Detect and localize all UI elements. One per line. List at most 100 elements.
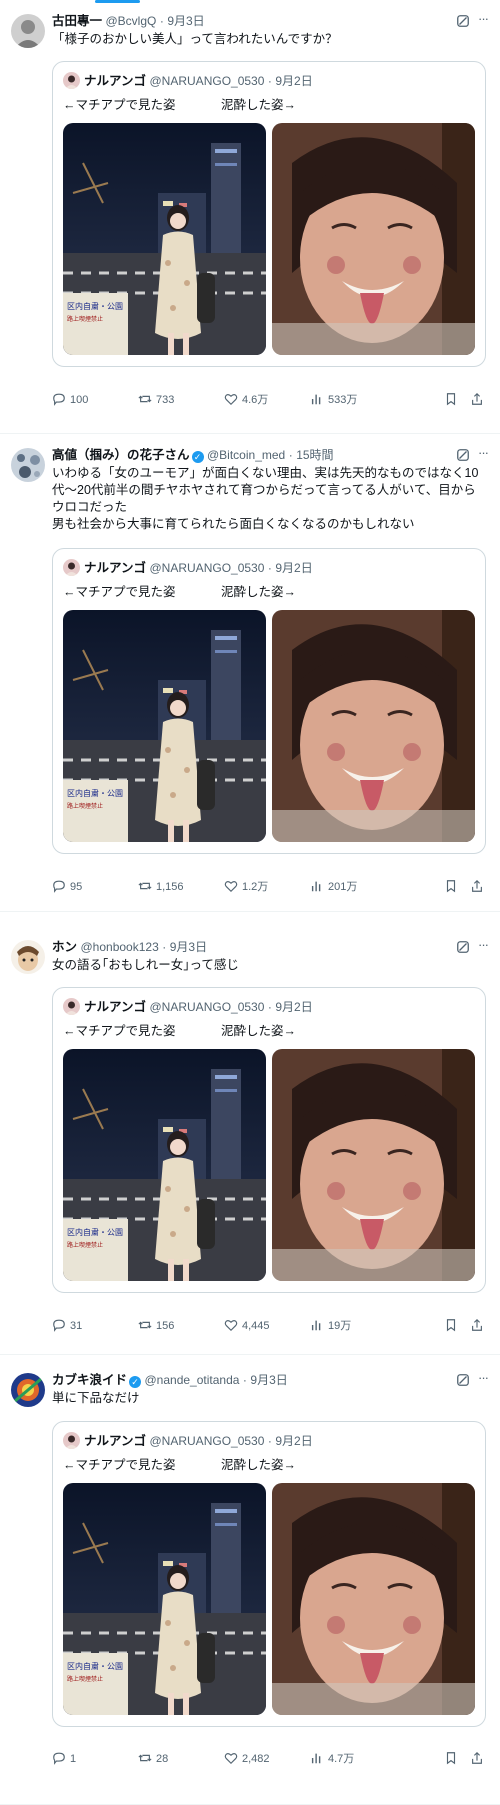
repost-button[interactable]: 733 (138, 392, 174, 408)
ellipsis-icon[interactable]: ··· (478, 11, 489, 26)
share-button[interactable] (470, 1751, 484, 1767)
share-button[interactable] (470, 879, 484, 895)
share-icon (472, 879, 482, 892)
quoted-avatar[interactable] (63, 1432, 80, 1449)
post-text-line: ウロコだった (52, 500, 128, 514)
reply-button[interactable]: 95 (52, 879, 82, 895)
photo-night-street[interactable]: 区内自粛・公園 路上喫煙禁止 (63, 1049, 266, 1281)
repost-button[interactable]: 1,156 (138, 879, 184, 895)
repost-count: 156 (156, 1320, 175, 1332)
avatar[interactable] (11, 940, 45, 974)
post[interactable]: 古田專一 @BcvlgQ · 9月3日 ··· 「様子のおかしい美人」って言われ… (0, 0, 500, 434)
quoted-text: ←マチアプで見た姿 泥酔した姿→ (63, 581, 296, 600)
like-count: 4,445 (242, 1320, 270, 1332)
quoted-avatar[interactable] (63, 72, 80, 89)
repost-arrows-icon (138, 395, 152, 403)
post-time[interactable]: 9月3日 (167, 14, 204, 28)
avatar[interactable] (11, 448, 45, 482)
photo-night-street[interactable]: 区内自粛・公園 路上喫煙禁止 (63, 1483, 266, 1715)
quoted-post[interactable]: ナルアンゴ @NARUANGO_0530 · 9月2日 ←マチアプで見た姿 泥酔… (52, 987, 486, 1293)
action-bar: 1 28 2,482 4.7万 (52, 1751, 490, 1767)
post[interactable]: カブキ浪イド ✓ @nande_otitanda · 9月3日 ··· 単に下品な… (0, 1355, 500, 1805)
post-time[interactable]: 9月3日 (170, 940, 207, 954)
share-button[interactable] (470, 392, 484, 408)
grok-icon[interactable] (456, 1373, 470, 1387)
svg-text:路上喫煙禁止: 路上喫煙禁止 (67, 1241, 103, 1249)
ellipsis-icon[interactable]: ··· (478, 937, 489, 952)
quoted-caption-right: 泥酔した姿→ (221, 1458, 297, 1472)
author-name[interactable]: 高値（掴み）の花子さん (52, 448, 190, 462)
quoted-author-handle: @NARUANGO_0530 (149, 561, 265, 575)
author-name[interactable]: ホン (52, 940, 77, 954)
like-count: 4.6万 (242, 394, 269, 406)
views-button[interactable]: 4.7万 (310, 1751, 354, 1767)
bookmark-icon (446, 1319, 456, 1332)
share-button[interactable] (470, 1318, 484, 1334)
quoted-photos: 区内自粛・公園 路上喫煙禁止 (63, 1049, 475, 1281)
quoted-post[interactable]: ナルアンゴ @NARUANGO_0530 · 9月2日 ←マチアプで見た姿 泥酔… (52, 61, 486, 367)
reply-button[interactable]: 1 (52, 1751, 76, 1767)
share-icon (472, 392, 482, 405)
photo-drunk-face[interactable] (272, 610, 475, 842)
heart-icon (224, 1320, 238, 1332)
grok-icon[interactable] (456, 14, 470, 28)
avatar[interactable] (11, 1373, 45, 1407)
quoted-avatar[interactable] (63, 998, 80, 1015)
bookmark-button[interactable] (444, 1318, 458, 1334)
quoted-post[interactable]: ナルアンゴ @NARUANGO_0530 · 9月2日 ←マチアプで見た姿 泥酔… (52, 1421, 486, 1727)
grok-icon[interactable] (456, 448, 470, 462)
dot-separator: · (267, 1000, 272, 1014)
post[interactable]: ホン @honbook123 · 9月3日 ··· 女の語る｢おもしれー女｣って… (0, 912, 500, 1355)
views-button[interactable]: 19万 (310, 1318, 351, 1334)
heart-icon (224, 881, 238, 893)
reply-count: 31 (70, 1320, 83, 1332)
views-button[interactable]: 201万 (310, 879, 357, 895)
repost-button[interactable]: 156 (138, 1318, 174, 1334)
reply-button[interactable]: 31 (52, 1318, 82, 1334)
reply-button[interactable]: 100 (52, 392, 88, 408)
ellipsis-icon[interactable]: ··· (478, 445, 489, 460)
photo-drunk-face[interactable] (272, 1049, 475, 1281)
like-button[interactable]: 1.2万 (224, 879, 268, 895)
quoted-author-handle: @NARUANGO_0530 (149, 74, 265, 88)
quoted-caption-right: 泥酔した姿→ (221, 1024, 297, 1038)
bookmark-button[interactable] (444, 392, 458, 408)
grok-icon[interactable] (456, 940, 470, 954)
post-text: いわゆる「女のユーモア」が面白くない理由、実は先天的なものではなく10 代～20… (52, 465, 482, 533)
photo-night-street[interactable]: 区内自粛・公園 路上喫煙禁止 (63, 123, 266, 355)
quoted-avatar[interactable] (63, 559, 80, 576)
repost-arrows-icon (138, 1321, 152, 1329)
post-text-line: 「様子のおかしい美人」って言われたいんですか？ (52, 32, 338, 46)
repost-button[interactable]: 28 (138, 1751, 168, 1767)
like-button[interactable]: 2,482 (224, 1751, 270, 1767)
post-text-line: いわゆる「女のユーモア」が面白くない理由、実は先天的なものではなく10 (52, 466, 479, 480)
photo-night-street[interactable]: 区内自粛・公園 路上喫煙禁止 (63, 610, 266, 842)
verified-badge-icon: ✓ (191, 451, 204, 463)
quoted-post[interactable]: ナルアンゴ @NARUANGO_0530 · 9月2日 ←マチアプで見た姿 泥酔… (52, 548, 486, 854)
photo-drunk-face[interactable] (272, 1483, 475, 1715)
share-icon (472, 1318, 482, 1331)
action-bar: 31 156 4,445 19万 (52, 1318, 490, 1334)
bookmark-button[interactable] (444, 879, 458, 895)
author-name[interactable]: 古田專一 (52, 14, 102, 28)
ellipsis-icon[interactable]: ··· (478, 1370, 489, 1385)
author-handle[interactable]: @honbook123 (81, 940, 159, 954)
avatar[interactable] (11, 14, 45, 48)
reply-count: 1 (70, 1753, 77, 1765)
post-header: カブキ浪イド ✓ @nande_otitanda · 9月3日 (52, 1371, 488, 1389)
heart-icon (224, 394, 238, 406)
views-button[interactable]: 533万 (310, 392, 357, 408)
post-time[interactable]: 15時間 (296, 448, 333, 462)
photo-drunk-face[interactable] (272, 123, 475, 355)
bookmark-button[interactable] (444, 1751, 458, 1767)
like-button[interactable]: 4.6万 (224, 392, 268, 408)
author-handle[interactable]: @BcvlgQ (106, 14, 157, 28)
speech-bubble-icon (53, 1319, 65, 1332)
author-handle[interactable]: @nande_otitanda (145, 1373, 240, 1387)
quoted-text: ←マチアプで見た姿 泥酔した姿→ (63, 94, 296, 113)
author-handle[interactable]: @Bitcoin_med (207, 448, 285, 462)
post[interactable]: 高値（掴み）の花子さん ✓ @Bitcoin_med · 15時間 ··· いわゆ… (0, 434, 500, 912)
post-time[interactable]: 9月3日 (250, 1373, 287, 1387)
author-name[interactable]: カブキ浪イド (52, 1373, 127, 1387)
like-button[interactable]: 4,445 (224, 1318, 270, 1334)
